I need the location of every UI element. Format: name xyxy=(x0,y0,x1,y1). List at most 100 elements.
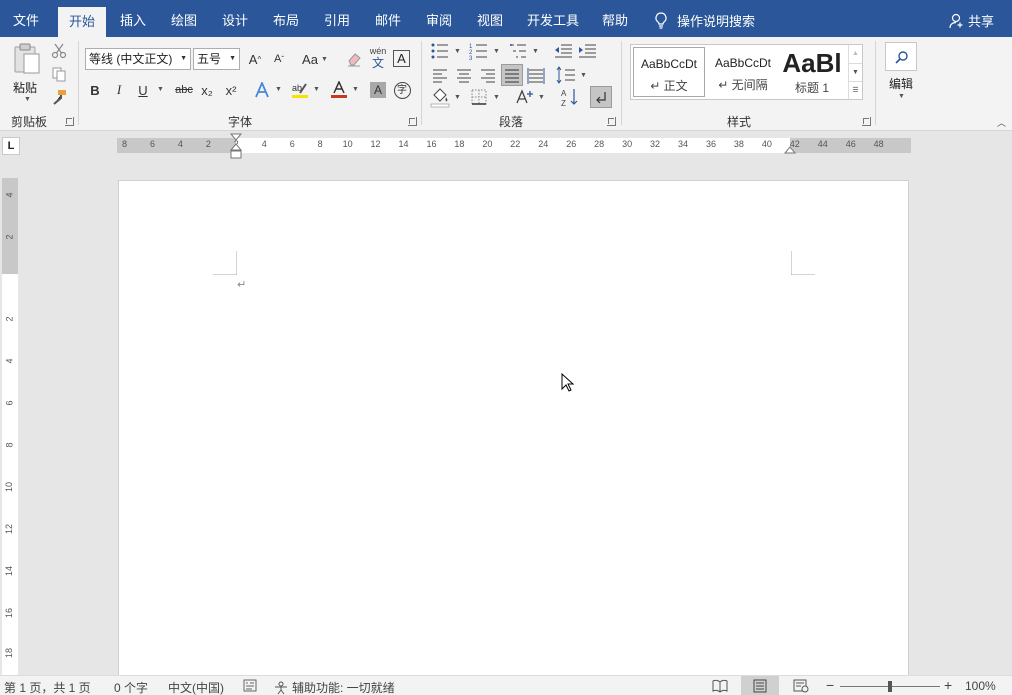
zoom-in-button[interactable]: + xyxy=(944,677,952,693)
multilevel-list-button[interactable] xyxy=(507,40,529,62)
tab-file[interactable]: 文件 xyxy=(5,6,47,37)
tab-view[interactable]: 视图 xyxy=(469,6,511,37)
tell-me-label: 操作说明搜索 xyxy=(677,14,756,29)
share-button[interactable]: 共享 xyxy=(949,11,994,30)
superscript-button[interactable]: x² xyxy=(220,79,242,101)
shrink-font-button[interactable]: Aˇ xyxy=(268,48,290,70)
read-mode-icon[interactable] xyxy=(712,679,728,693)
tab-references[interactable]: 引用 xyxy=(316,6,358,37)
right-indent-marker[interactable] xyxy=(783,142,797,156)
align-right-button[interactable] xyxy=(477,64,499,86)
align-left-button[interactable] xyxy=(429,64,451,86)
tab-mailings[interactable]: 邮件 xyxy=(367,6,409,37)
chevron-down-icon[interactable]: ▼ xyxy=(493,48,500,55)
chevron-down-icon[interactable]: ▼ xyxy=(493,94,500,101)
numbering-button[interactable]: 123 xyxy=(468,40,490,62)
decrease-indent-button[interactable] xyxy=(552,40,574,62)
ruler-number: 2 xyxy=(4,234,15,240)
shading-button[interactable] xyxy=(429,86,451,108)
style-heading-1[interactable]: AaBl 标题 1 xyxy=(779,47,845,97)
separator xyxy=(78,41,79,125)
cut-button[interactable] xyxy=(48,40,70,62)
tell-me-search[interactable]: 操作说明搜索 xyxy=(655,11,755,30)
editing-button[interactable]: 编辑 ▼ xyxy=(884,42,918,104)
zoom-slider-thumb[interactable] xyxy=(888,681,892,692)
tab-developer[interactable]: 开发工具 xyxy=(522,6,584,37)
underline-button[interactable]: U xyxy=(132,79,154,101)
font-color-button[interactable] xyxy=(328,79,350,101)
subscript-button[interactable]: x₂ xyxy=(196,79,218,101)
indent-markers[interactable] xyxy=(229,132,243,162)
font-name-combo[interactable]: 等线 (中文正文) ▼ xyxy=(85,48,191,70)
character-border-button[interactable]: A xyxy=(393,50,410,67)
phonetic-guide-button[interactable]: wén 文 xyxy=(368,46,388,70)
character-shading-button[interactable]: A xyxy=(367,79,389,101)
tab-insert[interactable]: 插入 xyxy=(112,6,154,37)
clipboard-dialog-launcher[interactable] xyxy=(65,117,74,126)
bold-button[interactable]: B xyxy=(84,79,106,101)
sort-button[interactable]: AZ xyxy=(559,86,581,108)
word-count[interactable]: 0 个字 xyxy=(114,679,148,695)
grow-font-button[interactable]: A ^ xyxy=(244,48,266,70)
ruler-number: 2 xyxy=(205,139,211,149)
increase-indent-button[interactable] xyxy=(576,40,598,62)
justify-button[interactable] xyxy=(501,64,523,86)
tab-draw[interactable]: 绘图 xyxy=(163,6,205,37)
chevron-down-icon[interactable]: ▼ xyxy=(580,72,587,79)
tab-review[interactable]: 审阅 xyxy=(418,6,460,37)
highlight-button[interactable]: ab xyxy=(289,79,311,101)
collapse-ribbon-button[interactable]: ︿ xyxy=(997,119,1007,128)
chevron-down-icon[interactable]: ▼ xyxy=(157,86,164,93)
styles-dialog-launcher[interactable] xyxy=(862,117,871,126)
tab-design[interactable]: 设计 xyxy=(214,6,256,37)
format-painter-button[interactable] xyxy=(48,86,70,108)
chinese-layout-button[interactable] xyxy=(514,86,536,108)
gallery-more[interactable]: ☰ xyxy=(848,81,862,99)
vertical-ruler[interactable]: 4 2 2 4 6 8 10 12 14 16 18 xyxy=(2,178,18,678)
chevron-down-icon[interactable]: ▼ xyxy=(454,48,461,55)
document-page[interactable]: ↵ xyxy=(118,180,909,675)
chevron-down-icon[interactable]: ▼ xyxy=(454,94,461,101)
copy-button[interactable] xyxy=(48,63,70,85)
style-normal[interactable]: AaBbCcDt ↵ 正文 xyxy=(633,47,705,97)
ruler-number: 26 xyxy=(566,139,577,149)
chevron-down-icon[interactable]: ▼ xyxy=(313,86,320,93)
line-spacing-button[interactable] xyxy=(555,64,577,86)
strikethrough-button[interactable]: abc xyxy=(171,79,197,101)
chevron-down-icon[interactable]: ▼ xyxy=(532,48,539,55)
tab-home[interactable]: 开始 xyxy=(58,7,106,37)
tab-help[interactable]: 帮助 xyxy=(594,6,636,37)
enclose-characters-button[interactable]: 字 xyxy=(391,79,413,101)
page-count[interactable]: 第 1 页，共 1 页 xyxy=(4,679,91,695)
web-layout-icon[interactable] xyxy=(793,679,809,693)
gallery-scroll-down[interactable]: ▼ xyxy=(848,63,862,81)
tab-layout[interactable]: 布局 xyxy=(265,6,307,37)
tab-selector-button[interactable]: L xyxy=(2,137,20,155)
chevron-down-icon[interactable]: ▼ xyxy=(275,86,282,93)
accessibility-status[interactable]: 辅助功能: 一切就绪 xyxy=(274,679,395,695)
clear-formatting-button[interactable] xyxy=(343,48,365,70)
borders-button[interactable] xyxy=(468,86,490,108)
distributed-button[interactable] xyxy=(525,64,547,86)
font-size-combo[interactable]: 五号 ▼ xyxy=(193,48,240,70)
language-indicator[interactable]: 中文(中国) xyxy=(168,679,224,695)
paragraph-dialog-launcher[interactable] xyxy=(607,117,616,126)
bullets-button[interactable] xyxy=(429,40,451,62)
macro-record-icon[interactable] xyxy=(243,679,257,692)
zoom-level[interactable]: 100% xyxy=(965,679,996,693)
italic-button[interactable]: I xyxy=(108,79,130,101)
zoom-out-button[interactable]: − xyxy=(826,677,834,693)
gallery-scroll-up[interactable]: ▲ xyxy=(848,45,862,63)
print-layout-button[interactable] xyxy=(741,676,779,695)
show-hide-marks-button[interactable] xyxy=(590,86,612,108)
align-center-button[interactable] xyxy=(453,64,475,86)
font-dialog-launcher[interactable] xyxy=(408,117,417,126)
change-case-button[interactable]: Aa xyxy=(298,48,322,70)
style-no-spacing[interactable]: AaBbCcDt ↵ 无间隔 xyxy=(707,47,779,97)
chevron-down-icon[interactable]: ▼ xyxy=(538,94,545,101)
paste-button[interactable]: 粘贴 ▼ xyxy=(8,41,46,105)
chevron-down-icon[interactable]: ▼ xyxy=(352,86,359,93)
text-effects-button[interactable] xyxy=(251,79,273,101)
chevron-down-icon[interactable]: ▼ xyxy=(321,56,328,63)
multilevel-list-icon xyxy=(510,44,526,58)
